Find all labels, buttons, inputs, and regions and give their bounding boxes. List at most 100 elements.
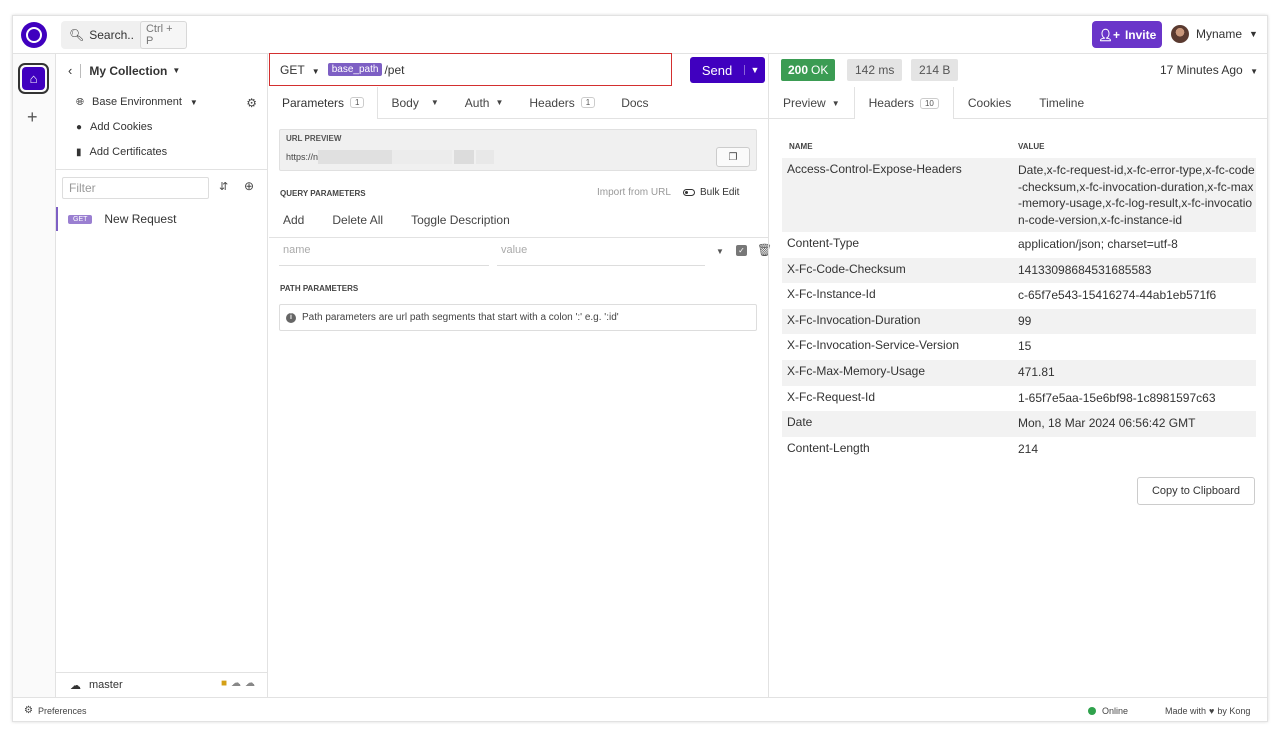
header-value: application/json; charset=utf-8 [1018,237,1178,251]
gear-icon[interactable]: ⚙ [246,96,257,110]
status-badge: 200 OK [781,59,836,81]
bulk-edit-toggle[interactable]: Bulk Edit [683,187,739,198]
toggle-description-button[interactable]: Toggle Description [411,213,510,227]
copy-to-clipboard-button[interactable]: Copy to Clipboard [1137,477,1255,505]
cloud-download-icon[interactable]: ☁ [231,678,241,689]
url-bar[interactable]: GET ▼ base_path /pet [269,53,672,86]
tab-count: 10 [919,97,939,109]
app-logo-icon[interactable] [21,22,47,48]
chevron-down-icon: ▼ [495,98,504,107]
request-name: New Request [104,212,177,226]
chevron-down-icon[interactable]: ▼ [716,247,724,256]
online-status: Online [1088,706,1128,716]
chevron-down-icon[interactable]: ▼ [172,66,180,75]
header-value: 471.81 [1018,364,1055,379]
query-param-row: name value ▼ ✓ 🗑︎ [269,237,772,266]
table-row: X-Fc-Code-Checksum 14133098684531685583 [782,257,1256,284]
path-info-text: Path parameters are url path segments th… [302,312,619,323]
search-label: Search.. [89,28,134,42]
header-value: 99 [1018,313,1032,328]
search-button[interactable]: 🔍︎ Search.. Ctrl + P [61,21,187,49]
send-button[interactable]: Send ▼ [690,57,765,83]
url-preview-value: https://n [286,152,319,162]
trash-icon[interactable]: 🗑︎ [757,243,772,257]
param-value-input[interactable]: value [497,244,705,266]
gear-icon: ⚙ [24,705,33,716]
add-param-button[interactable]: Add [283,213,304,227]
collection-name[interactable]: My Collection [89,64,167,78]
toggle-icon [683,189,695,196]
table-row: Date Mon, 18 Mar 2024 06:56:42 GMT [782,411,1256,437]
tab-headers[interactable]: Headers 1 [516,87,608,119]
header-name: X-Fc-Code-Checksum [787,261,906,276]
redacted-block [454,150,474,164]
chevron-down-icon: ▼ [311,66,320,76]
add-certificates-link[interactable]: ▮ Add Certificates [76,146,167,158]
table-row: X-Fc-Request-Id 1-65f7e5aa-15e6bf98-1c89… [782,386,1256,412]
response-history-dropdown[interactable]: 17 Minutes Ago ▼ [1160,63,1258,77]
header-name: X-Fc-Invocation-Service-Version [787,338,960,353]
by-kong-label: by Kong [1217,705,1251,716]
tab-timeline[interactable]: Timeline [1025,87,1098,119]
path-info-box: i Path parameters are url path segments … [279,304,757,331]
tab-preview[interactable]: Preview ▼ [769,87,854,119]
avatar [1171,25,1189,43]
base-environment-label: Base Environment [92,96,182,108]
environment-variable-tag[interactable]: base_path [327,63,383,76]
pane-divider[interactable] [768,54,769,697]
tab-count: 1 [350,97,365,108]
tab-cookies[interactable]: Cookies [954,87,1025,119]
redacted-block [476,150,494,164]
query-parameters-title: QUERY PARAMETERS [280,189,366,198]
invite-button[interactable]: 👤︎+ Invite [1092,21,1162,48]
path-parameters-title: PATH PARAMETERS [280,284,359,293]
response-size-badge: 214 B [911,59,959,81]
tab-label: Headers [868,96,914,110]
method-badge: GET [68,214,93,224]
response-time-badge: 142 ms [847,59,903,81]
tab-label: Docs [621,95,649,110]
plus-icon[interactable]: + [27,107,38,128]
param-name-input[interactable]: name [279,244,489,266]
import-from-url-link[interactable]: Import from URL [597,187,671,198]
filter-input[interactable]: Filter [62,177,209,199]
header-name: X-Fc-Request-Id [787,389,876,404]
method-select[interactable]: GET ▼ [280,63,320,77]
sort-icon[interactable]: ⇵ [219,180,228,193]
globe-icon: 🌐︎ [76,96,84,108]
add-cookies-link[interactable]: ● Add Cookies [76,121,152,133]
package-icon[interactable]: ■ [221,678,227,689]
delete-all-button[interactable]: Delete All [332,213,383,227]
tab-body[interactable]: Body ▼ [378,87,451,119]
add-cookies-label: Add Cookies [90,121,153,133]
preferences-button[interactable]: ⚙ Preferences [24,705,87,716]
info-icon: i [286,312,296,323]
header-name: X-Fc-Max-Memory-Usage [787,363,926,378]
user-name: Myname [1196,27,1243,41]
chevron-down-icon[interactable]: ▼ [744,65,765,75]
cloud-icon: ☁ [70,679,81,692]
header-value: c-65f7e543-15416274-44ab1eb571f6 [1018,288,1217,303]
checkbox-icon[interactable]: ✓ [736,245,747,256]
user-menu[interactable]: Myname ▼ [1171,25,1258,43]
copy-url-button[interactable]: ❐ [716,147,750,167]
header-name: Date [787,415,813,430]
top-bar: 🔍︎ Search.. Ctrl + P 👤︎+ Invite Myname ▼ [13,16,1267,54]
column-name-header: NAME [789,141,813,151]
add-request-icon[interactable]: ⊕ [244,179,254,193]
tab-headers[interactable]: Headers 10 [853,87,954,119]
url-path[interactable]: /pet [384,63,404,77]
base-environment-link[interactable]: 🌐︎ Base Environment ▼ [76,96,198,108]
tab-parameters[interactable]: Parameters 1 [269,86,379,119]
header-value: Mon, 18 Mar 2024 06:56:42 GMT [1018,416,1196,431]
status-text: OK [811,63,829,77]
request-list-item[interactable]: GET New Request [56,207,268,231]
cloud-upload-icon[interactable]: ☁ [245,678,255,689]
home-button[interactable]: ⌂ [18,63,49,94]
back-icon[interactable]: ‹ [68,63,72,78]
tab-auth[interactable]: Auth ▼ [452,87,517,119]
chevron-down-icon: ▼ [1249,29,1258,39]
branch-name: master [89,679,123,691]
tab-docs[interactable]: Docs [608,87,661,119]
copy-icon: ❐ [728,151,738,163]
